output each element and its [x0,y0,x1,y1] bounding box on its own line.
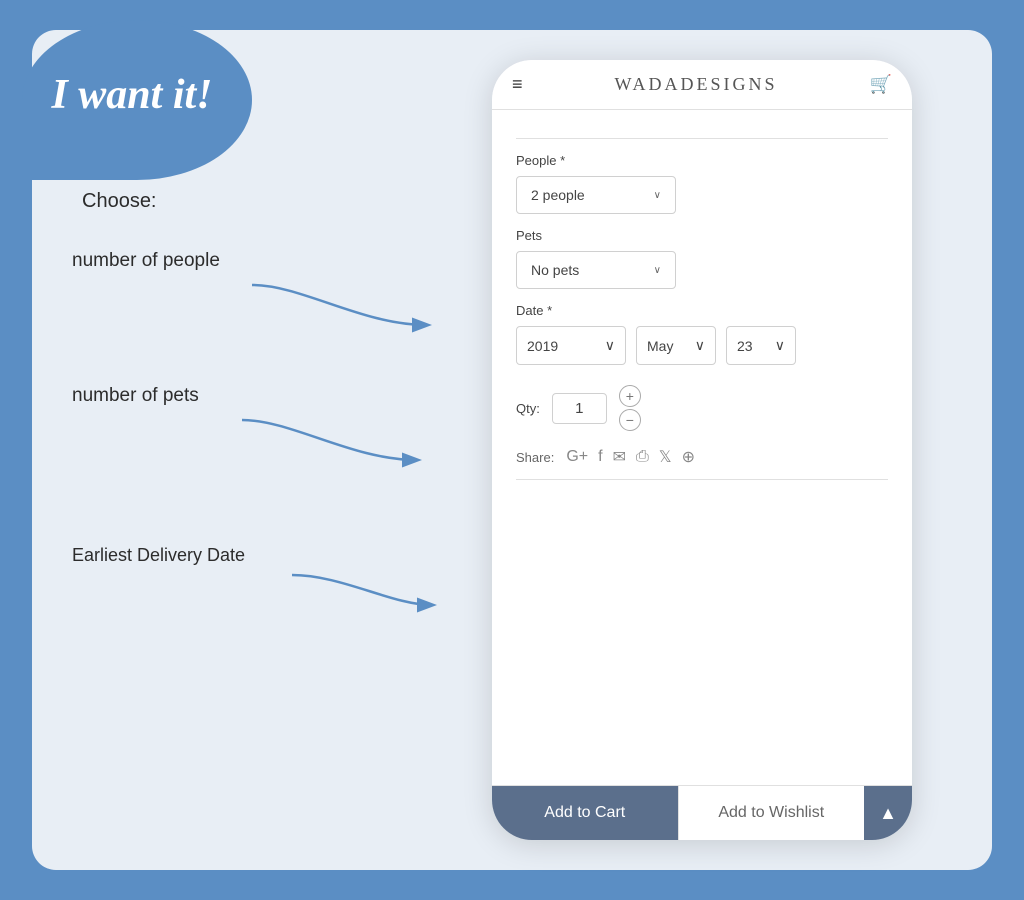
num-pets-label: number of pets [72,385,199,407]
people-select[interactable]: 2 people ∨ [516,176,676,214]
twitter-icon[interactable]: 𝕏 [659,447,672,467]
qty-controls: + − [619,385,641,431]
year-chevron: ∨ [605,337,615,354]
facebook-icon[interactable]: f [598,448,602,466]
brand-name: WADADESIGNS [615,74,778,95]
menu-icon[interactable]: ≡ [512,74,523,95]
qty-increase-button[interactable]: + [619,385,641,407]
top-divider [516,138,888,139]
qty-decrease-button[interactable]: − [619,409,641,431]
year-select[interactable]: 2019 ∨ [516,326,626,365]
arrow-pets [232,410,432,470]
bottom-divider [516,479,888,480]
pinterest-icon[interactable]: ⊕ [682,447,695,467]
annotations-area: Choose: number of people number of pets … [62,190,442,790]
cart-icon[interactable]: 🛒 [870,74,892,95]
email-icon[interactable]: ✉ [613,447,626,467]
add-to-wishlist-button[interactable]: Add to Wishlist [678,786,865,840]
google-plus-icon[interactable]: G+ [566,448,588,466]
phone-header: ≡ WADADESIGNS 🛒 [492,60,912,110]
date-row: 2019 ∨ May ∨ 23 ∨ [516,326,888,365]
month-select[interactable]: May ∨ [636,326,716,365]
pets-value: No pets [531,262,579,278]
choose-label: Choose: [82,190,157,213]
add-to-cart-button[interactable]: Add to Cart [492,786,678,840]
pets-select[interactable]: No pets ∨ [516,251,676,289]
day-select[interactable]: 23 ∨ [726,326,796,365]
print-icon[interactable]: ⎙ [636,448,649,466]
scroll-to-top-button[interactable]: ▲ [864,786,912,840]
bubble-text: I want it! [51,72,212,118]
bottom-buttons: Add to Cart Add to Wishlist ▲ [492,785,912,840]
people-chevron: ∨ [654,190,661,201]
day-value: 23 [737,338,753,354]
people-label: People * [516,153,888,168]
pets-label: Pets [516,228,888,243]
outer-card: I want it! Choose: number of people numb… [32,30,992,870]
year-value: 2019 [527,338,558,354]
bubble: I want it! [22,20,252,180]
arrow-people [242,275,442,335]
phone-content: People * 2 people ∨ Pets No pets ∨ Date … [492,110,912,785]
month-value: May [647,338,673,354]
qty-row: Qty: + − [516,385,888,431]
day-chevron: ∨ [775,337,785,354]
people-value: 2 people [531,187,585,203]
share-label: Share: [516,450,554,465]
qty-label: Qty: [516,401,540,416]
share-row: Share: G+ f ✉ ⎙ 𝕏 ⊕ [516,447,888,467]
arrow-date [282,565,442,615]
pets-chevron: ∨ [654,265,661,276]
share-icons: G+ f ✉ ⎙ 𝕏 ⊕ [566,447,695,467]
num-people-label: number of people [72,250,220,272]
month-chevron: ∨ [695,337,705,354]
date-label: Date * [516,303,888,318]
qty-input[interactable] [552,393,607,424]
phone-mockup: ≡ WADADESIGNS 🛒 People * 2 people ∨ Pets… [492,60,912,840]
delivery-date-label: Earliest Delivery Date [72,545,245,566]
